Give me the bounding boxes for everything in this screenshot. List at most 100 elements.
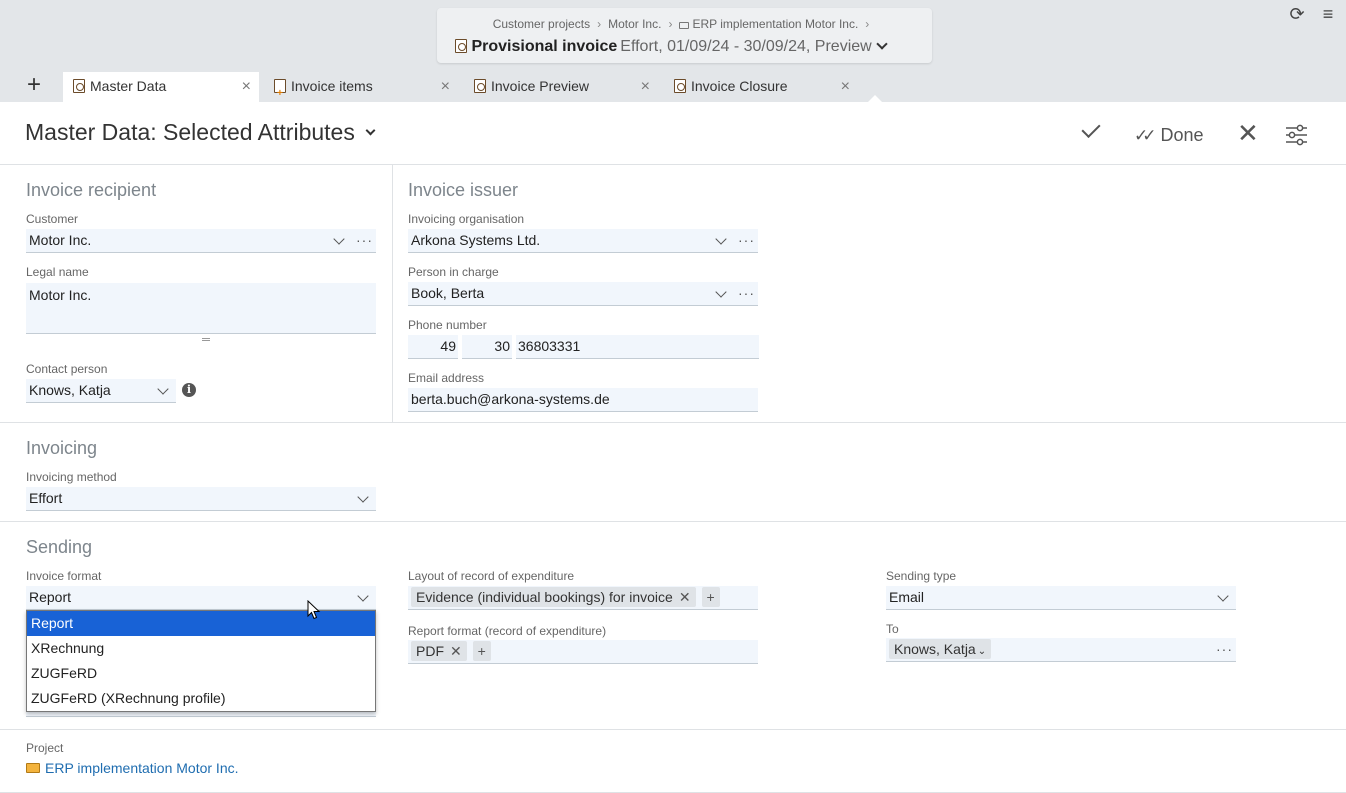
more-icon[interactable]: ··· — [738, 229, 755, 252]
to-field[interactable]: Knows, Katja ⌄ ··· — [886, 638, 1236, 662]
tab-notch — [868, 95, 882, 102]
to-label: To — [886, 622, 899, 636]
page-title[interactable]: Master Data: Selected Attributes — [25, 119, 376, 146]
add-tab-button[interactable]: + — [22, 73, 46, 98]
invoice-format-value: Report — [29, 589, 72, 605]
email-address-label: Email address — [408, 371, 485, 385]
option-zugferd-xrechnung[interactable]: ZUGFeRD (XRechnung profile) — [27, 686, 375, 711]
invoice-items-icon — [274, 79, 286, 108]
invoicing-method-field[interactable]: Effort — [26, 487, 376, 511]
layout-record-field[interactable]: Evidence (individual bookings) for invoi… — [408, 586, 758, 610]
invoice-format-dropdown: Report XRechnung ZUGFeRD ZUGFeRD (XRechn… — [26, 610, 376, 712]
refresh-icon[interactable]: ⟳ — [1288, 5, 1306, 23]
mouse-cursor-icon — [307, 600, 321, 620]
legal-name-field[interactable]: Motor Inc. — [26, 283, 376, 334]
chevron-down-icon[interactable] — [365, 125, 376, 136]
invoice-icon — [73, 79, 85, 93]
chevron-down-icon[interactable] — [876, 38, 888, 50]
chevron-down-icon[interactable] — [357, 590, 369, 602]
divider — [0, 729, 1346, 730]
section-title-sending: Sending — [26, 537, 93, 557]
chevron-down-icon[interactable] — [715, 233, 727, 245]
save-button[interactable] — [1081, 118, 1101, 142]
tab-invoice-items[interactable]: Invoice items × — [264, 72, 458, 108]
layout-record-label: Layout of record of expenditure — [408, 569, 575, 583]
project-label: Project — [26, 741, 64, 755]
divider — [0, 164, 1346, 165]
object-title[interactable]: Provisional invoice Effort, 01/09/24 - 30… — [455, 38, 932, 56]
person-in-charge-field[interactable]: Book, Berta ··· — [408, 282, 758, 306]
contact-person-value: Knows, Katja — [29, 382, 111, 398]
add-icon[interactable]: + — [472, 641, 491, 661]
tab-label: Master Data — [90, 78, 167, 94]
info-icon[interactable]: i — [182, 383, 196, 397]
remove-icon[interactable]: ✕ — [450, 643, 462, 659]
customer-field[interactable]: Motor Inc. ··· — [26, 229, 376, 253]
chevron-down-icon[interactable] — [715, 286, 727, 298]
sliders-icon — [1286, 124, 1307, 146]
breadcrumb-item-customer-projects[interactable]: Customer projects — [493, 17, 590, 31]
tab-master-data[interactable]: Master Data × — [63, 72, 259, 102]
divider — [0, 521, 1346, 522]
breadcrumb-item-project[interactable]: ERP implementation Motor Inc. — [692, 17, 858, 31]
tab-invoice-preview[interactable]: Invoice Preview × — [464, 72, 658, 102]
done-button[interactable]: ✓✓ Done — [1134, 125, 1204, 146]
more-icon[interactable]: ··· — [1216, 638, 1233, 661]
tab-label: Invoice Closure — [691, 78, 788, 94]
add-icon[interactable]: + — [701, 587, 720, 607]
tab-label: Invoice items — [291, 78, 373, 94]
option-report[interactable]: Report — [27, 611, 375, 636]
recipient-chip[interactable]: Knows, Katja ⌄ — [889, 639, 992, 659]
invoicing-organisation-value: Arkona Systems Ltd. — [411, 232, 541, 248]
chevron-down-icon[interactable] — [157, 383, 169, 395]
chip-label: PDF — [416, 643, 444, 659]
phone-country-code-field[interactable]: 49 — [408, 335, 458, 359]
report-format-label: Report format (record of expenditure) — [408, 624, 607, 638]
invoice-format-label: Invoice format — [26, 569, 102, 583]
chip-label: Evidence (individual bookings) for invoi… — [416, 589, 673, 605]
check-icon — [1081, 118, 1101, 139]
phone-number-field[interactable]: 36803331 — [516, 335, 759, 359]
folder-icon — [26, 763, 40, 773]
chevron-down-icon[interactable] — [1217, 590, 1229, 602]
email-address-field[interactable]: berta.buch@arkona-systems.de — [408, 388, 758, 412]
option-xrechnung[interactable]: XRechnung — [27, 636, 375, 661]
layout-record-chip[interactable]: Evidence (individual bookings) for invoi… — [411, 587, 696, 607]
option-zugferd[interactable]: ZUGFeRD — [27, 661, 375, 686]
settings-button[interactable] — [1285, 124, 1308, 151]
report-format-field[interactable]: PDF ✕ + — [408, 640, 758, 664]
invoicing-method-label: Invoicing method — [26, 470, 117, 484]
divider — [392, 165, 393, 422]
report-format-chip[interactable]: PDF ✕ — [411, 641, 467, 661]
folder-icon — [679, 22, 690, 29]
close-icon[interactable]: × — [841, 72, 850, 101]
phone-area-code-field[interactable]: 30 — [462, 335, 512, 359]
close-icon[interactable]: × — [242, 72, 251, 101]
breadcrumb-item-motor-inc[interactable]: Motor Inc. — [608, 17, 661, 31]
remove-icon[interactable]: ✕ — [679, 589, 691, 605]
sending-type-field[interactable]: Email — [886, 586, 1236, 610]
invoice-icon — [455, 39, 467, 53]
close-icon[interactable]: × — [441, 72, 450, 101]
chevron-down-icon[interactable] — [333, 233, 345, 245]
section-title-recipient: Invoice recipient — [26, 180, 157, 200]
breadcrumb-box[interactable]: Customer projects › Motor Inc. › ERP impleme… — [437, 8, 932, 63]
contact-person-label: Contact person — [26, 362, 108, 376]
close-icon[interactable]: × — [641, 72, 650, 101]
menu-icon[interactable]: ≡ — [1319, 5, 1337, 23]
resize-handle[interactable] — [202, 338, 210, 341]
tab-invoice-closure[interactable]: Invoice Closure × — [664, 72, 858, 102]
close-icon: ✕ — [1237, 118, 1259, 148]
invoice-format-select[interactable]: Report — [26, 586, 376, 610]
close-button[interactable]: ✕ — [1237, 120, 1259, 146]
project-link[interactable]: ERP implementation Motor Inc. — [45, 760, 239, 776]
chevron-down-icon[interactable]: ⌄ — [978, 646, 986, 657]
double-check-icon: ✓✓ — [1134, 126, 1156, 145]
page-title-text: Master Data: Selected Attributes — [25, 119, 355, 145]
contact-person-field[interactable]: Knows, Katja — [26, 379, 176, 403]
more-icon[interactable]: ··· — [356, 229, 373, 252]
more-icon[interactable]: ··· — [738, 282, 755, 305]
invoicing-organisation-field[interactable]: Arkona Systems Ltd. ··· — [408, 229, 758, 253]
sending-type-value: Email — [889, 589, 925, 605]
chevron-down-icon[interactable] — [357, 491, 369, 503]
